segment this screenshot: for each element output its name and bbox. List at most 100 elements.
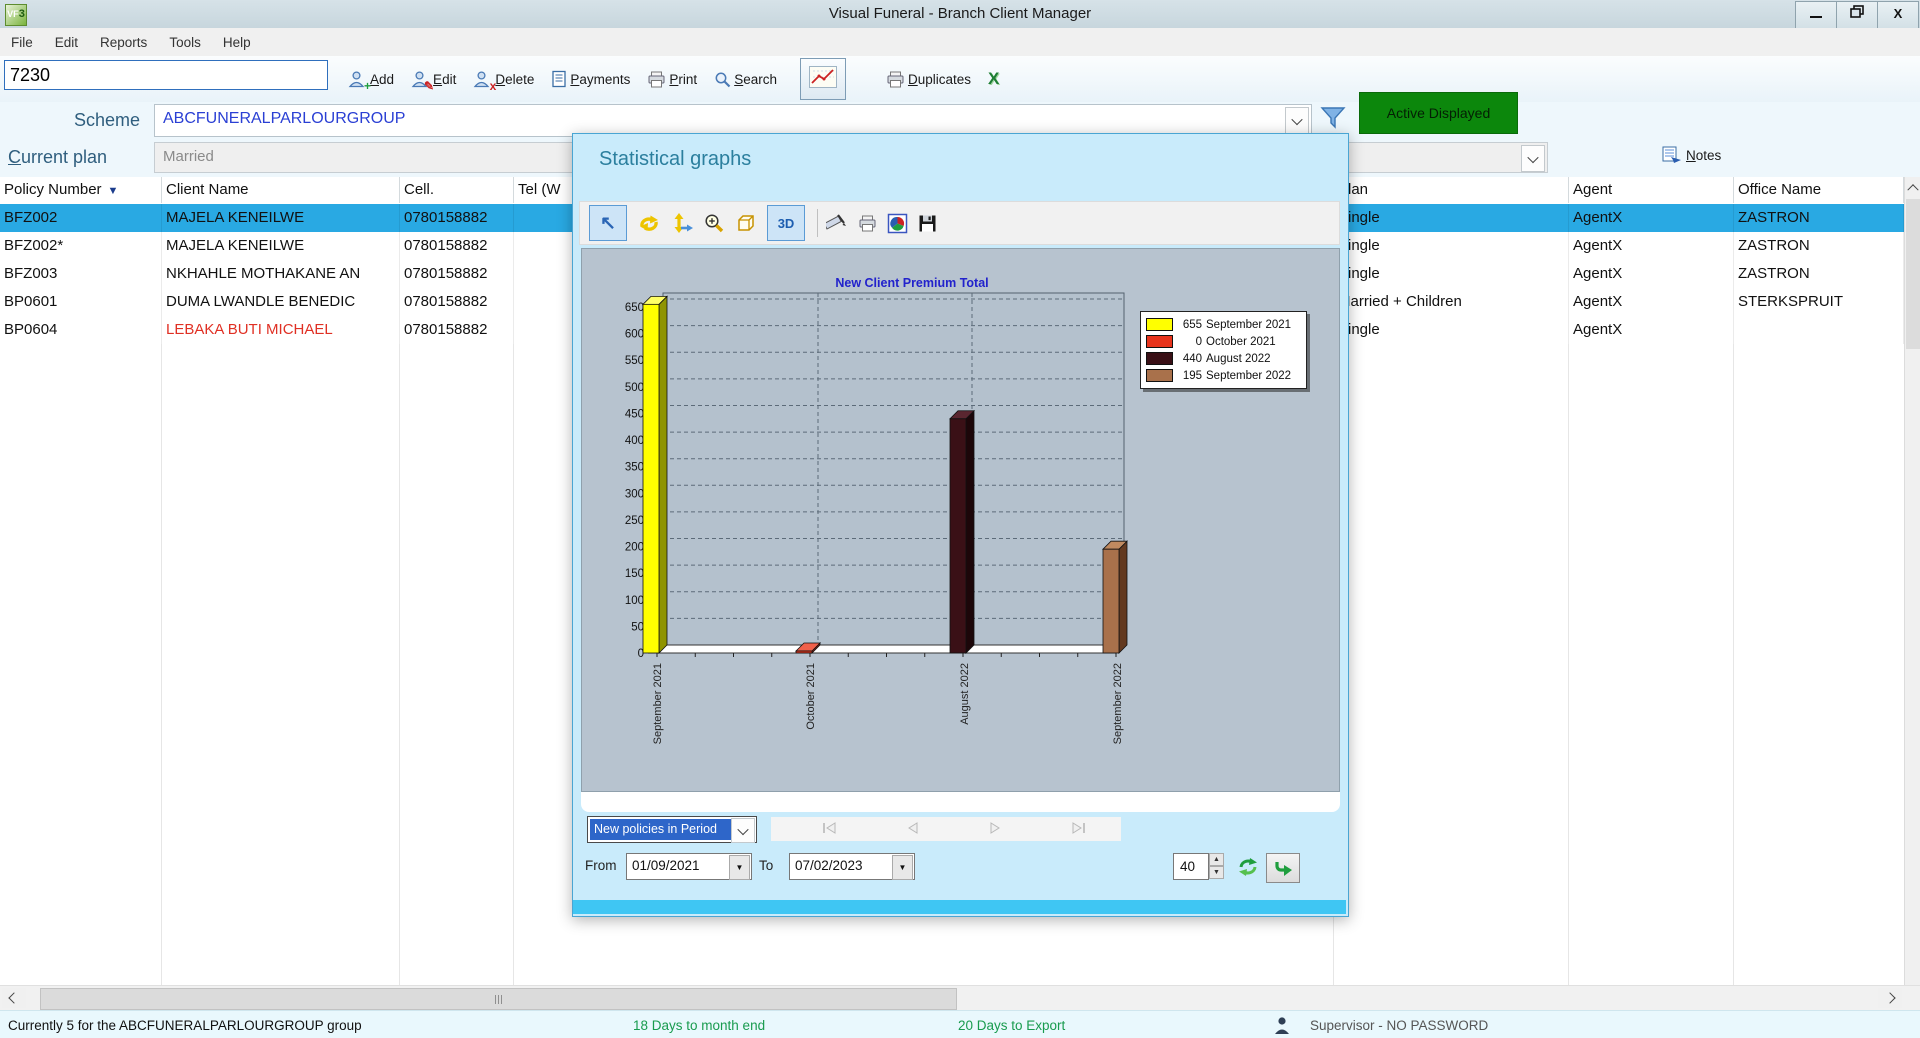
search-label: Search [734, 72, 777, 87]
svg-text:400: 400 [625, 435, 644, 447]
nav-next-button[interactable] [980, 821, 1010, 839]
close-icon: X [1894, 6, 1903, 21]
apply-button[interactable] [1266, 853, 1300, 883]
column-header-plan[interactable]: Plan [1334, 177, 1569, 203]
zoom-in-icon[interactable] [704, 213, 725, 234]
delete-label: Delete [495, 72, 534, 87]
toolbar-buttons: +Add ✎Edit xDelete Payments Print Search Dupli… [348, 56, 1016, 102]
column-header-client-name[interactable]: Client Name [162, 177, 400, 203]
cell-agent: AgentX [1569, 316, 1734, 344]
scroll-right-button[interactable] [1878, 988, 1902, 1008]
active-displayed-button[interactable]: Active Displayed [1359, 92, 1518, 134]
refresh-button[interactable] [1236, 856, 1260, 883]
column-header-policy-number[interactable]: Policy Number▼ [0, 177, 162, 203]
gallery-icon[interactable] [887, 213, 908, 234]
person-edit-icon: ✎ [411, 70, 430, 88]
refresh-icon [1236, 856, 1260, 878]
svg-text:250: 250 [625, 515, 644, 527]
nav-prev-button[interactable] [898, 821, 928, 839]
spinner-up-button[interactable]: ▲ [1209, 853, 1224, 866]
legend-label: September 2022 [1206, 370, 1291, 382]
legend-value: 655 [1178, 319, 1202, 331]
menu-item-tools[interactable]: Tools [158, 35, 212, 50]
search-input[interactable] [4, 60, 328, 90]
horizontal-scroll-thumb[interactable] [40, 988, 957, 1010]
graph-type-dropdown-button[interactable] [731, 818, 755, 843]
scroll-left-button[interactable] [2, 988, 26, 1008]
menu-item-file[interactable]: File [0, 35, 44, 50]
to-date-dropdown-button[interactable]: ▼ [892, 855, 913, 880]
scroll-up-button[interactable] [1905, 177, 1920, 197]
search-button[interactable]: Search [714, 71, 777, 88]
column-separator [1568, 344, 1569, 985]
horizontal-scrollbar[interactable] [0, 985, 1920, 1011]
minimize-button[interactable] [1795, 1, 1837, 29]
svg-text:650: 650 [625, 302, 644, 314]
restore-button[interactable] [1836, 1, 1878, 29]
notes-button[interactable]: Notes [1662, 146, 1721, 164]
menu-item-edit[interactable]: Edit [44, 35, 89, 50]
legend-value: 440 [1178, 353, 1202, 365]
duplicates-button[interactable]: Duplicates [886, 71, 971, 88]
nav-last-button[interactable] [1062, 821, 1092, 839]
cell-office-name: STERKSPRUIT [1734, 288, 1904, 316]
column-header-agent[interactable]: Agent [1569, 177, 1734, 203]
svg-text:September 2022: September 2022 [1112, 663, 1124, 744]
spinner-down-button[interactable]: ▼ [1209, 866, 1224, 879]
chevron-up-icon [1907, 184, 1918, 195]
cell-plan: Single [1334, 316, 1569, 344]
menu-item-help[interactable]: Help [212, 35, 262, 50]
right-combobox-dropdown-button[interactable] [1521, 145, 1545, 172]
payments-icon [551, 70, 567, 88]
cell-policy-number: BP0601 [0, 288, 162, 316]
payments-button[interactable]: Payments [551, 70, 630, 88]
scheme-dropdown-button[interactable] [1285, 107, 1309, 134]
column-header-office-name[interactable]: Office Name [1734, 177, 1904, 203]
from-date-dropdown-button[interactable]: ▼ [729, 855, 750, 880]
cell-client-name: MAJELA KENEILWE [162, 232, 400, 260]
vertical-scroll-thumb[interactable] [1906, 199, 1920, 349]
print-icon[interactable] [858, 215, 877, 232]
column-separator [399, 344, 400, 985]
filter-icon[interactable] [1320, 106, 1346, 135]
cell-office-name: ZASTRON [1734, 232, 1904, 260]
chevron-right-icon [1884, 992, 1895, 1003]
depth-icon[interactable] [735, 213, 757, 234]
close-button[interactable]: X [1877, 1, 1919, 29]
edit-chart-icon[interactable] [826, 213, 848, 234]
chevron-down-icon [1527, 151, 1538, 162]
svg-text:550: 550 [625, 355, 644, 367]
to-date-picker[interactable]: 07/02/2023 ▼ [789, 853, 915, 880]
status-count: Currently 5 for the ABCFUNERALPARLOURGRO… [8, 1018, 362, 1033]
legend-color-chip [1146, 369, 1173, 382]
nav-first-button[interactable] [816, 821, 846, 839]
edit-button[interactable]: ✎Edit [411, 70, 456, 88]
points-spinner-value[interactable]: 40 [1173, 853, 1209, 880]
right-combobox[interactable] [1345, 142, 1548, 173]
move-icon[interactable] [671, 213, 694, 234]
to-date-value: 07/02/2023 [795, 858, 863, 873]
from-date-picker[interactable]: 01/09/2021 ▼ [626, 853, 752, 880]
print-button[interactable]: Print [647, 71, 697, 88]
cell-plan: Single [1334, 260, 1569, 288]
cell-client-name: NKHAHLE MOTHAKANE AN [162, 260, 400, 288]
delete-button[interactable]: xDelete [473, 70, 534, 88]
add-button[interactable]: +Add [348, 70, 394, 88]
pointer-icon[interactable]: ↖ [589, 205, 627, 241]
chart-panel: 050100150200250300350400450500550600650S… [581, 248, 1340, 792]
cell-cell-: 0780158882 [400, 204, 514, 232]
save-icon[interactable] [918, 214, 937, 233]
user-icon [1272, 1015, 1292, 1038]
graph-type-combobox[interactable]: New policies in Period [587, 816, 757, 843]
column-header-cell-[interactable]: Cell. [400, 177, 514, 203]
menu-item-reports[interactable]: Reports [89, 35, 158, 50]
rotate-icon[interactable] [637, 213, 661, 233]
vertical-scrollbar[interactable] [1904, 177, 1920, 985]
dialog-bottom-accent [573, 900, 1346, 914]
3d-icon[interactable]: 3D [767, 205, 805, 241]
add-label: Add [370, 72, 394, 87]
legend-item: 0October 2021 [1146, 333, 1301, 350]
statistics-chart-button[interactable] [800, 58, 846, 100]
duplicates-icon [886, 71, 905, 88]
excel-export-icon[interactable]: X [988, 69, 999, 89]
